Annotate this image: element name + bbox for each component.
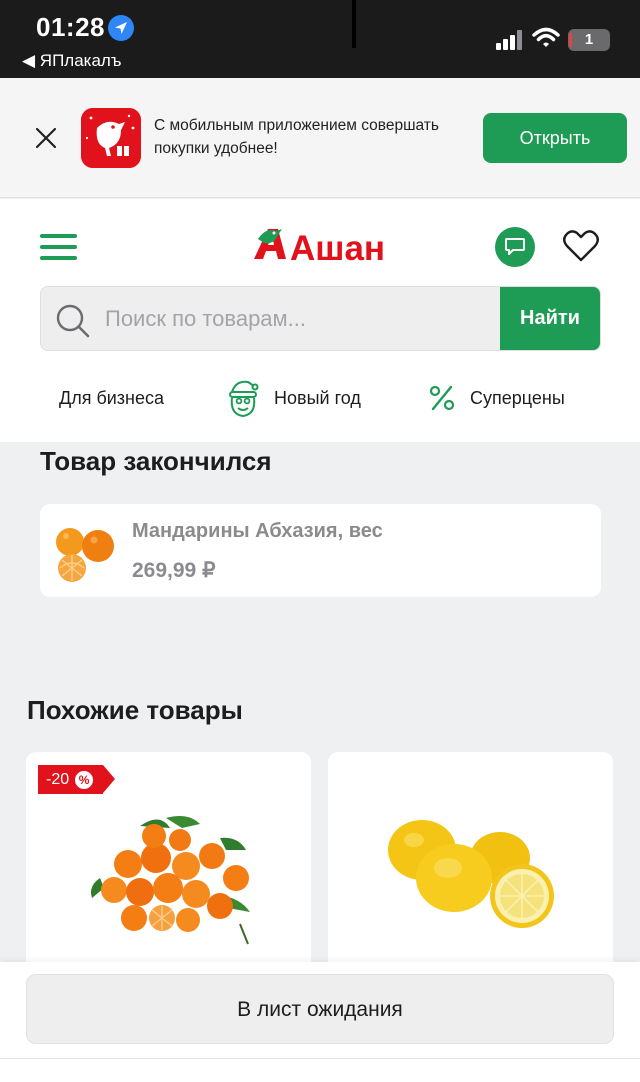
quick-link-label: Для бизнеса bbox=[59, 387, 165, 408]
logo-text: Ашан bbox=[290, 229, 385, 268]
discount-value: -20 bbox=[46, 771, 70, 788]
out-of-stock-title: Товар закончился bbox=[40, 446, 272, 476]
back-to-app-link[interactable]: ◀ ЯПлакалъ bbox=[22, 51, 121, 71]
chat-bubble-icon bbox=[505, 238, 525, 255]
similar-products-title: Похожие товары bbox=[27, 695, 243, 725]
close-icon[interactable] bbox=[34, 126, 58, 150]
search-icon bbox=[56, 304, 90, 338]
wifi-icon bbox=[532, 27, 560, 47]
menu-icon[interactable] bbox=[40, 234, 77, 260]
quick-link-new-year[interactable]: Новый год bbox=[226, 373, 361, 423]
percent-icon bbox=[429, 385, 455, 411]
battery-indicator: 1 bbox=[568, 29, 610, 51]
quick-link-super-prices[interactable]: Суперцены bbox=[428, 373, 565, 423]
similar-product-card[interactable]: -20 % bbox=[26, 752, 311, 992]
cellular-signal-icon bbox=[496, 30, 522, 50]
out-of-stock-product-card[interactable]: Мандарины Абхазия, вес 269,99 ₽ bbox=[40, 504, 601, 597]
site-header: Ашан Найти Для бизнеса Новый год bbox=[0, 199, 640, 442]
quick-link-label: Суперцены bbox=[470, 387, 565, 408]
quick-link-label: Новый год bbox=[274, 387, 361, 408]
quick-link-business[interactable]: Для бизнеса bbox=[59, 373, 164, 423]
notch-divider bbox=[352, 0, 356, 48]
open-app-button[interactable]: Открыть bbox=[483, 113, 627, 163]
discount-badge: -20 % bbox=[38, 765, 116, 794]
status-bar: 01:28 ◀ ЯПлакалъ 1 bbox=[0, 0, 640, 78]
tangerines-thumbnail bbox=[56, 528, 114, 582]
search-button[interactable]: Найти bbox=[500, 287, 600, 350]
chat-button[interactable] bbox=[495, 227, 535, 267]
similar-product-card[interactable] bbox=[328, 752, 613, 992]
app-logo-icon bbox=[81, 108, 141, 168]
app-install-banner: С мобильным приложением совершать покупк… bbox=[0, 78, 640, 198]
auchan-logo[interactable]: Ашан bbox=[252, 221, 388, 269]
add-to-waitlist-button[interactable]: В лист ожидания bbox=[26, 974, 614, 1044]
search-input[interactable] bbox=[105, 287, 500, 350]
santa-icon bbox=[229, 380, 259, 418]
tab-bar-divider bbox=[0, 1058, 640, 1059]
favorites-heart-icon[interactable] bbox=[562, 229, 600, 263]
search-bar: Найти bbox=[40, 286, 601, 351]
status-time: 01:28 bbox=[36, 12, 105, 42]
bottom-action-bar: В лист ожидания bbox=[0, 962, 640, 1082]
percent-icon: % bbox=[75, 770, 94, 789]
location-arrow-icon bbox=[108, 15, 134, 41]
tangerines-image bbox=[91, 816, 250, 945]
lemons-image bbox=[388, 820, 554, 928]
banner-message: С мобильным приложением совершать покупк… bbox=[154, 117, 439, 157]
product-price: 269,99 ₽ bbox=[132, 559, 216, 582]
product-name: Мандарины Абхазия, вес bbox=[132, 520, 383, 542]
